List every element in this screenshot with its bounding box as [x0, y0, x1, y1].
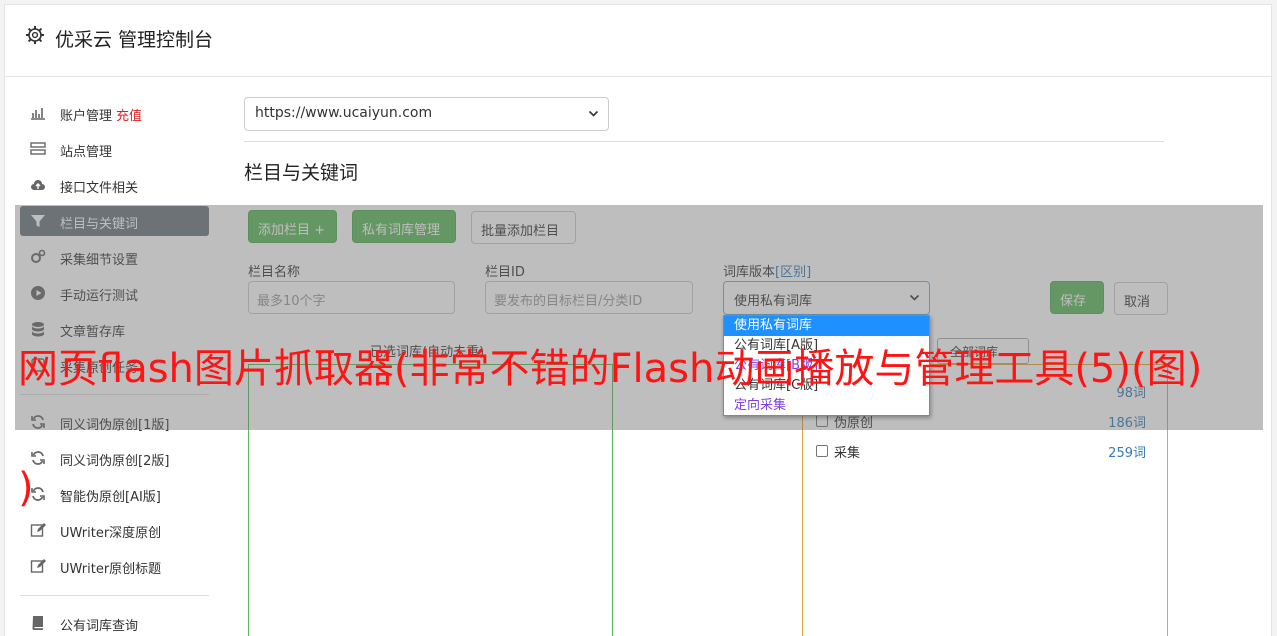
sidebar-item-uwriter-deep[interactable]: UWriter深度原创	[20, 515, 209, 545]
sidebar-item-sites[interactable]: 站点管理	[20, 134, 209, 164]
site-select[interactable]: https://www.ucaiyun.com	[244, 97, 609, 131]
bar-chart-icon	[31, 108, 45, 120]
sidebar-divider	[20, 595, 209, 596]
dropdown-option[interactable]: 使用私有词库	[724, 316, 929, 336]
chevron-down-icon	[588, 110, 599, 117]
section-title: 栏目与关键词	[244, 162, 359, 184]
modal-overlay	[15, 205, 1263, 430]
cloud-upload-icon	[31, 180, 45, 190]
sidebar-item-interface[interactable]: 接口文件相关	[20, 170, 209, 200]
edit-icon	[30, 559, 46, 573]
library-item[interactable]: 采集 259词	[816, 442, 1146, 462]
library-checkbox[interactable]	[816, 445, 828, 457]
sidebar-item-synonym-v2[interactable]: 同义词伪原创[2版]	[20, 443, 209, 473]
header: 优采云 管理控制台	[5, 5, 1271, 77]
library-count: 259词	[1108, 446, 1146, 461]
sidebar-item-label: 同义词伪原创[2版]	[60, 454, 170, 469]
watermark-text: 网页flash图片抓取器(非常不错的Flash动画播放与管理工具(5)(图)	[18, 346, 1203, 392]
page-title: 优采云 管理控制台	[55, 29, 214, 51]
dropdown-option[interactable]: 定向采集	[724, 396, 929, 416]
sidebar-item-public-lib[interactable]: 公有词库查询	[20, 608, 209, 636]
server-icon	[30, 142, 46, 155]
sidebar-item-uwriter-title[interactable]: UWriter原创标题	[20, 551, 209, 581]
divider	[244, 141, 1164, 142]
edit-icon	[30, 523, 46, 537]
sidebar-item-label: 智能伪原创[AI版]	[60, 490, 161, 505]
sidebar-item-label: 账户管理	[60, 109, 113, 124]
sidebar-item-label: 站点管理	[60, 145, 113, 160]
watermark-text: )	[18, 465, 34, 511]
sidebar-item-label: UWriter原创标题	[60, 562, 162, 577]
sidebar-item-account[interactable]: 账户管理 充值	[20, 98, 209, 128]
sidebar-item-label: UWriter深度原创	[60, 526, 162, 541]
sidebar-item-label: 接口文件相关	[60, 181, 139, 196]
gear-icon	[26, 26, 44, 44]
book-icon	[32, 616, 43, 630]
refresh-icon	[31, 451, 45, 465]
library-name: 采集	[834, 446, 861, 461]
recharge-link[interactable]: 充值	[116, 109, 142, 124]
sidebar-item-ai-rewrite[interactable]: 智能伪原创[AI版]	[20, 479, 209, 509]
site-select-value: https://www.ucaiyun.com	[255, 105, 433, 121]
sidebar-item-label: 公有词库查询	[60, 619, 139, 634]
